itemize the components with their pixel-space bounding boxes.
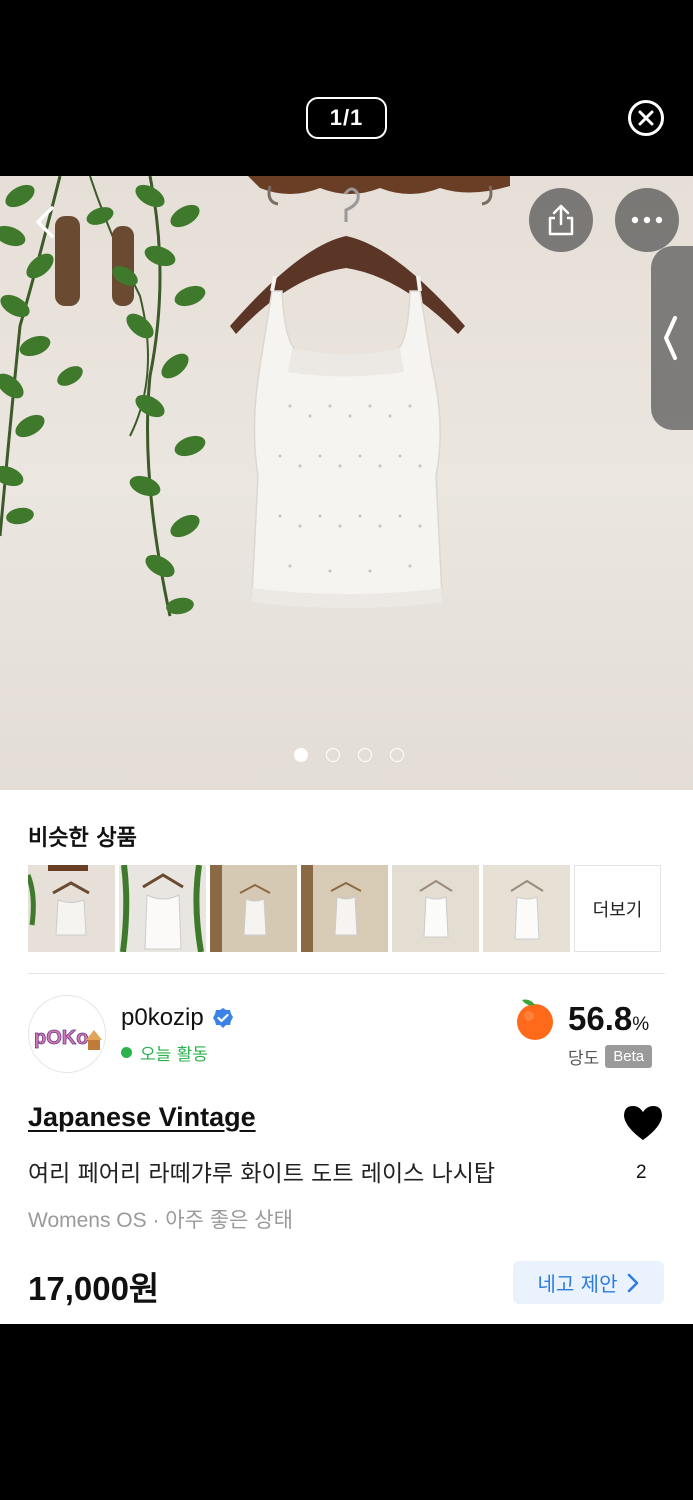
close-button[interactable] [628,100,664,136]
brand-link[interactable]: Japanese Vintage [28,1102,256,1133]
similar-product-thumb[interactable] [483,865,570,952]
viewer-top-bar: 1/1 [0,0,693,176]
side-panel-handle[interactable] [651,246,693,430]
carousel-dot[interactable] [357,748,372,762]
divider [28,973,665,974]
similar-product-thumb[interactable] [119,865,206,952]
carousel-dot[interactable] [325,748,340,762]
product-photo [0,176,510,617]
bottom-area [0,1324,693,1500]
carousel-dot[interactable] [389,748,404,762]
product-meta: Womens OS · 아주 좋은 상태 [28,1209,293,1232]
more-options-button[interactable] [615,188,679,252]
chevron-right-icon [628,1273,639,1292]
similar-products-list: 더보기 [28,865,661,952]
product-title: 여리 페어리 라떼갸루 화이트 도트 레이스 나시탑 [28,1161,496,1187]
score-label: 당도 [568,1049,600,1069]
like-button[interactable] [622,1104,664,1142]
image-counter: 1/1 [306,97,387,139]
like-count: 2 [636,1162,647,1183]
product-image[interactable] [0,176,693,790]
score-value: 56.8% [568,1000,650,1037]
seller-avatar[interactable]: pOKo [28,995,106,1073]
product-details: 비슷한 상품 더보기 pOKo p0kozip 오늘 활동 56.8% 당도 B… [0,790,693,1324]
chevron-left-icon [664,316,677,360]
online-status-dot [121,1047,132,1058]
see-more-similar-button[interactable]: 더보기 [574,865,661,952]
seller-score[interactable]: 56.8% [512,996,649,1042]
similar-product-thumb[interactable] [28,865,115,952]
beta-badge: Beta [605,1045,653,1068]
offer-label: 네고 제안 [537,1272,618,1296]
more-dots-icon [631,216,663,224]
share-button[interactable] [529,188,593,252]
similar-product-thumb[interactable] [301,865,388,952]
verified-badge-icon [212,1008,233,1028]
similar-product-thumb[interactable] [392,865,479,952]
orange-fruit-icon [517,999,553,1040]
similar-products-title: 비슷한 상품 [28,826,137,851]
share-icon [548,204,574,236]
score-label-row: 당도 Beta [568,1044,653,1069]
seller-activity-status: 오늘 활동 [121,1040,208,1065]
seller-name[interactable]: p0kozip [121,1004,234,1032]
activity-text: 오늘 활동 [140,1045,208,1065]
svg-text:pOKo: pOKo [34,1027,88,1049]
carousel-dots [0,748,693,762]
back-button[interactable] [28,202,64,242]
heart-icon [624,1106,662,1140]
close-icon [638,110,654,126]
similar-product-thumb[interactable] [210,865,297,952]
product-price: 17,000원 [28,1270,160,1307]
carousel-dot[interactable] [293,748,308,762]
chevron-left-icon [36,206,54,238]
seller-name-text: p0kozip [121,1004,204,1031]
make-offer-button[interactable]: 네고 제안 [513,1261,664,1304]
